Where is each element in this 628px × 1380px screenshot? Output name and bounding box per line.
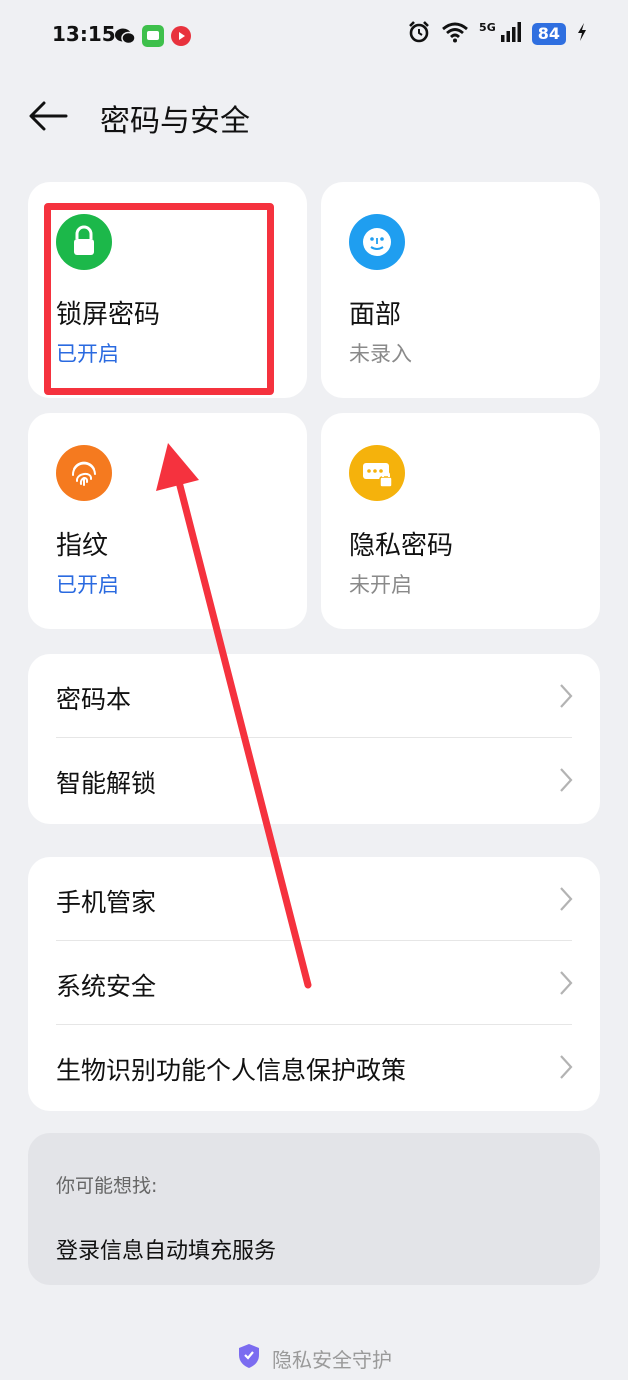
chevron-right-icon xyxy=(558,969,574,997)
tile-privacy-password[interactable]: 隐私密码 未开启 xyxy=(321,413,600,629)
row-phone-manager[interactable]: 手机管家 xyxy=(28,857,600,941)
tile-status: 已开启 xyxy=(56,573,119,597)
network-type-label: 5G xyxy=(479,20,496,34)
annotation-highlight-box xyxy=(44,203,274,395)
status-time: 13:15 xyxy=(52,22,116,46)
face-icon xyxy=(349,214,405,270)
signal-icon xyxy=(500,21,522,47)
tile-fingerprint[interactable]: 指纹 已开启 xyxy=(28,413,307,629)
status-bar: 13:15 5G 84 xyxy=(0,0,628,72)
wifi-icon xyxy=(441,21,469,47)
row-label: 手机管家 xyxy=(56,888,157,917)
settings-group-1: 密码本 智能解锁 xyxy=(28,654,600,824)
fingerprint-icon xyxy=(56,445,112,501)
row-biometric-privacy-policy[interactable]: 生物识别功能个人信息保护政策 xyxy=(28,1025,600,1109)
page-title: 密码与安全 xyxy=(100,104,250,139)
back-button[interactable] xyxy=(26,96,72,136)
privacy-password-icon xyxy=(349,445,405,501)
charging-icon xyxy=(576,22,588,46)
privacy-protection-link[interactable]: 隐私安全守护 xyxy=(236,1342,392,1374)
tile-title: 面部 xyxy=(349,300,402,330)
tile-title: 指纹 xyxy=(56,531,109,561)
tile-status: 未开启 xyxy=(349,573,412,597)
header: 密码与安全 xyxy=(0,80,628,152)
tile-title: 隐私密码 xyxy=(349,531,454,561)
suggestion-autofill-service[interactable]: 登录信息自动填充服务 xyxy=(56,1233,276,1265)
suggestions-title: 你可能想找: xyxy=(56,1175,158,1197)
row-label: 密码本 xyxy=(56,685,132,714)
row-label: 智能解锁 xyxy=(56,769,157,798)
settings-group-2: 手机管家 系统安全 生物识别功能个人信息保护政策 xyxy=(28,857,600,1111)
tile-status: 未录入 xyxy=(349,342,412,366)
chevron-right-icon xyxy=(558,885,574,913)
messages-icon xyxy=(142,25,164,47)
tile-face[interactable]: 面部 未录入 xyxy=(321,182,600,398)
chevron-right-icon xyxy=(558,1053,574,1081)
row-system-security[interactable]: 系统安全 xyxy=(28,941,600,1025)
battery-level: 84 xyxy=(531,23,566,45)
row-label: 系统安全 xyxy=(56,972,157,1001)
row-label: 生物识别功能个人信息保护政策 xyxy=(56,1056,407,1085)
chevron-right-icon xyxy=(558,682,574,710)
video-app-icon xyxy=(170,25,192,47)
shield-icon xyxy=(236,1342,262,1374)
chevron-right-icon xyxy=(558,766,574,794)
alarm-icon xyxy=(407,20,431,48)
row-smart-unlock[interactable]: 智能解锁 xyxy=(28,738,600,822)
suggestions-panel: 你可能想找: 登录信息自动填充服务 xyxy=(28,1133,600,1285)
wechat-icon xyxy=(114,25,136,47)
row-password-book[interactable]: 密码本 xyxy=(28,654,600,738)
footer-text: 隐私安全守护 xyxy=(272,1347,392,1372)
